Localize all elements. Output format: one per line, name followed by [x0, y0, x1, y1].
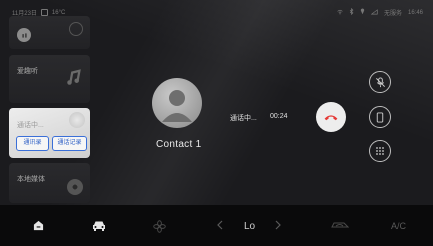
bluetooth-icon: [349, 7, 354, 17]
call-timer: 00:24: [270, 113, 288, 120]
fan-button[interactable]: [153, 220, 166, 233]
card-call-label: 通话中...: [17, 122, 44, 129]
keypad-button[interactable]: [369, 140, 391, 162]
contact-name: Contact 1: [156, 139, 202, 150]
disc-icon: [67, 179, 83, 195]
contacts-button[interactable]: 通讯录: [16, 136, 49, 151]
temp-increase-button[interactable]: [275, 220, 281, 230]
keypad-icon: [376, 147, 384, 155]
card-local-media[interactable]: 本地媒体: [9, 163, 90, 203]
car-recirculation-icon: [331, 222, 349, 228]
contact-avatar: [152, 78, 202, 128]
status-time: 16:46: [407, 9, 423, 16]
card-top-decor-icon: [69, 22, 83, 36]
recirculation-button[interactable]: [331, 220, 349, 230]
hangup-icon: [324, 115, 338, 121]
fan-icon: [153, 220, 166, 233]
signal-icon: [370, 8, 378, 17]
temperature-setting: Lo: [244, 221, 256, 232]
bottom-bar: Lo A/C: [0, 205, 433, 246]
call-status: 通话中...: [230, 115, 257, 122]
card-aiquting-label: 爱趣听: [17, 68, 38, 75]
switch-to-phone-button[interactable]: [369, 106, 391, 128]
person-icon: [162, 90, 192, 122]
home-button[interactable]: [33, 220, 44, 231]
temp-decrease-button[interactable]: [217, 220, 223, 230]
card-aiquting[interactable]: 爱趣听: [9, 55, 90, 103]
status-temperature: 16°C: [51, 9, 66, 16]
weather-icon: [40, 9, 48, 16]
wifi-icon: [337, 9, 343, 17]
phone-device-icon: [376, 111, 384, 123]
card-top-icon: [17, 28, 31, 42]
ac-button[interactable]: A/C: [391, 221, 406, 231]
location-icon: [360, 8, 365, 17]
card-call-decor-icon: [69, 112, 85, 128]
chevron-left-icon: [217, 220, 223, 230]
card-media-top[interactable]: [9, 16, 90, 49]
hangup-button[interactable]: [316, 102, 346, 132]
call-log-button[interactable]: 通话记录: [52, 136, 87, 151]
music-note-icon: [65, 69, 83, 92]
card-local-media-label: 本地媒体: [17, 176, 45, 183]
home-icon: [33, 220, 44, 231]
chevron-right-icon: [275, 220, 281, 230]
network-status: 无服务: [383, 11, 402, 17]
car-icon: [93, 221, 105, 231]
mic-off-icon: [375, 76, 385, 87]
mute-mic-button[interactable]: [369, 71, 391, 93]
vehicle-button[interactable]: [92, 220, 106, 231]
